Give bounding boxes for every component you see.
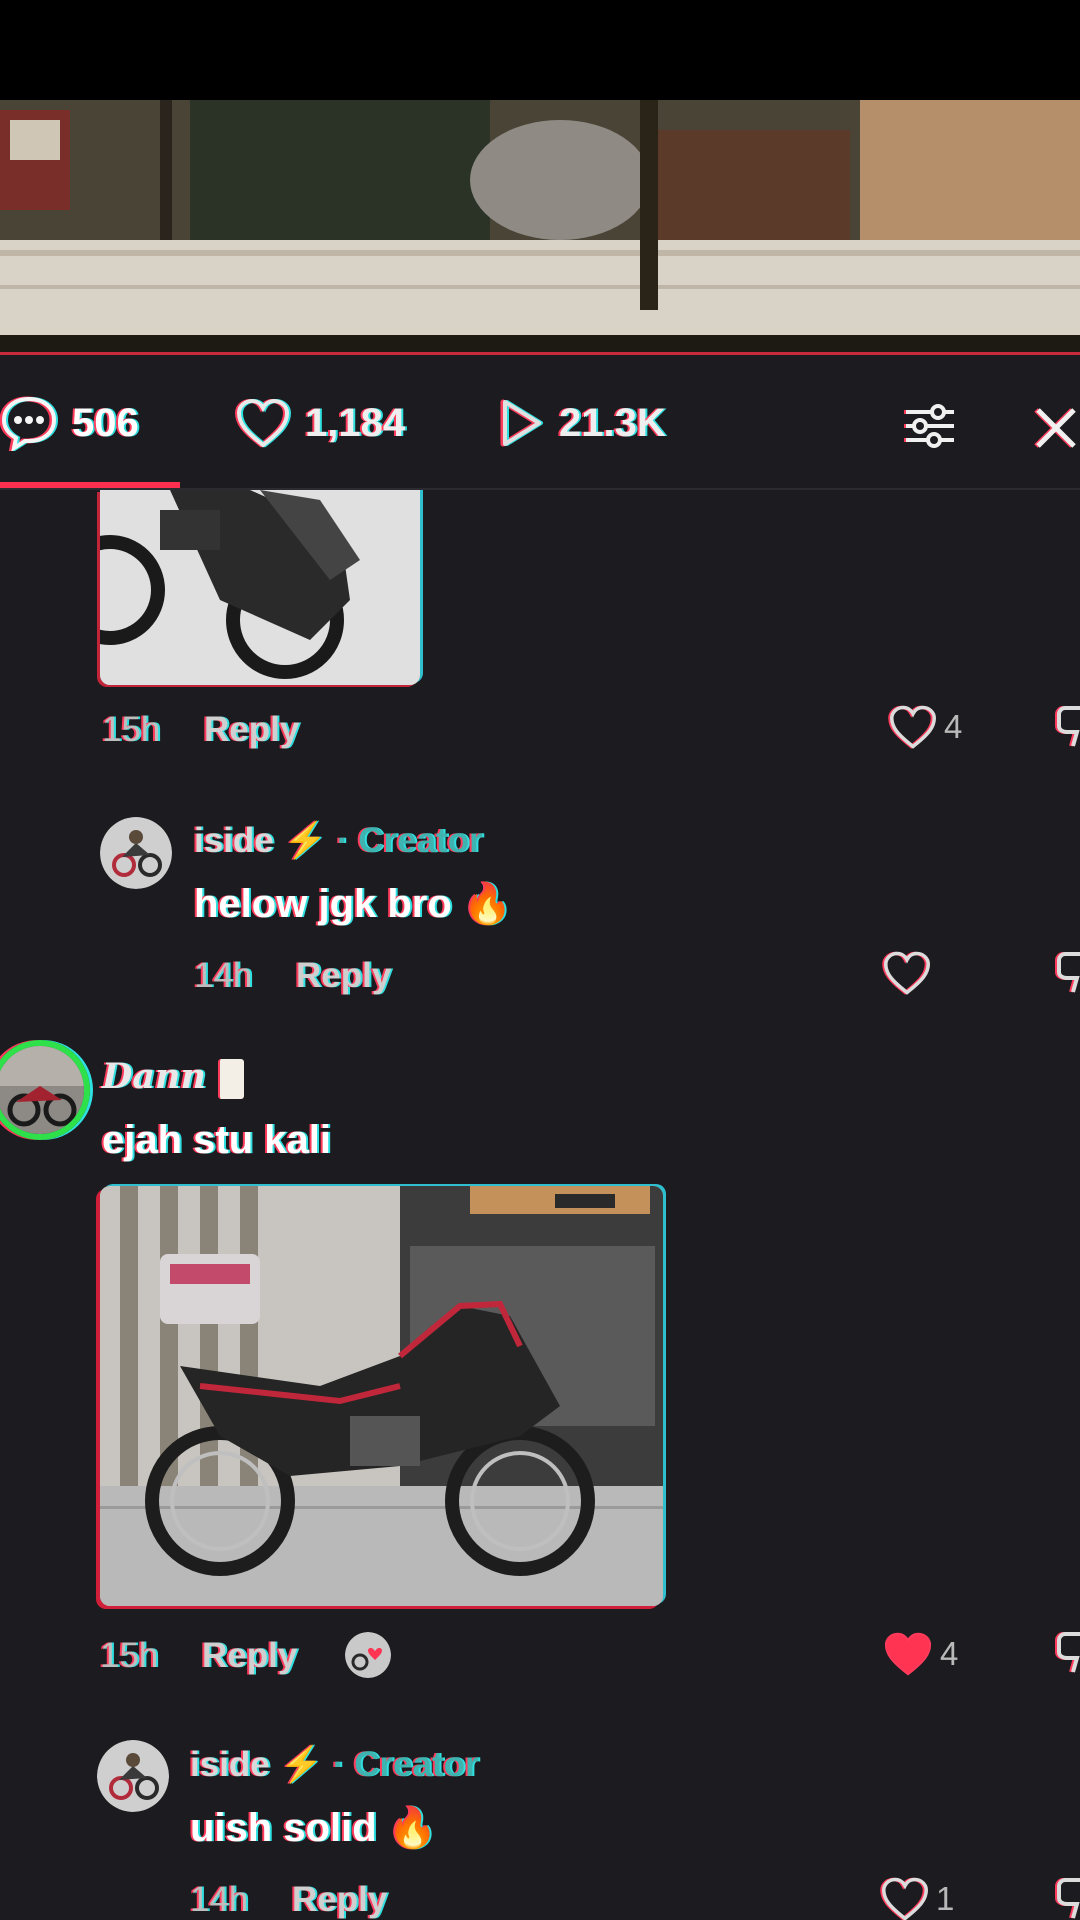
comment-time: 14h bbox=[190, 1880, 249, 1919]
reply-button[interactable]: Reply bbox=[292, 1880, 387, 1920]
creator-liked-avatar bbox=[345, 1632, 391, 1678]
comment-image-attachment[interactable] bbox=[100, 1186, 663, 1606]
fire-emoji-icon: 🔥 bbox=[462, 882, 513, 926]
close-button[interactable] bbox=[1030, 396, 1080, 456]
avatar[interactable] bbox=[0, 1040, 90, 1140]
comment-like-count: 1 bbox=[936, 1880, 955, 1917]
comment-dislike-button[interactable] bbox=[1055, 1874, 1080, 1920]
thumbs-down-icon bbox=[1055, 952, 1080, 993]
card-emoji-icon bbox=[218, 1058, 245, 1099]
comment-dislike-button[interactable] bbox=[1055, 702, 1080, 757]
comment-like-count: 4 bbox=[944, 708, 963, 745]
progress-indicator bbox=[0, 482, 180, 488]
comment-like-button[interactable] bbox=[882, 950, 938, 996]
like-count[interactable]: 1,184 bbox=[235, 395, 405, 451]
comment-text-content: helow jgk bro bbox=[194, 882, 452, 926]
close-icon bbox=[1034, 408, 1076, 448]
comment-image-attachment[interactable] bbox=[100, 490, 420, 685]
comment-list[interactable]: 15h Reply 4 iside ⚡ · Creator helow jgk … bbox=[0, 490, 1080, 1920]
comment-time: 15h bbox=[102, 710, 161, 749]
avatar[interactable] bbox=[97, 1740, 169, 1812]
video-preview[interactable] bbox=[0, 100, 1080, 355]
comment-like-count: 4 bbox=[940, 1635, 959, 1672]
lightning-emoji-icon: ⚡ bbox=[283, 821, 328, 860]
reply-button[interactable]: Reply bbox=[296, 956, 391, 996]
top-black-bar bbox=[0, 0, 1080, 100]
comment-like-button[interactable]: 4 bbox=[882, 1630, 958, 1678]
comment-dislike-button[interactable] bbox=[1055, 1628, 1080, 1683]
comment-username[interactable]: iside ⚡ · Creator bbox=[194, 820, 483, 861]
comment-text: helow jgk bro 🔥 bbox=[194, 880, 513, 927]
thumbs-down-icon bbox=[1055, 706, 1080, 747]
comment-username[interactable]: iside ⚡ · Creator bbox=[190, 1744, 479, 1785]
creator-badge: · Creator bbox=[332, 1745, 479, 1784]
comment-count[interactable]: 506 bbox=[0, 395, 139, 451]
comment-text: uish solid 🔥 bbox=[190, 1804, 438, 1851]
comment-username[interactable]: Dann bbox=[102, 1056, 245, 1099]
comment-like-button[interactable]: 4 bbox=[888, 704, 962, 750]
reply-button[interactable]: Reply bbox=[202, 1636, 297, 1676]
comment-count-value: 506 bbox=[72, 400, 139, 445]
username-text: iside bbox=[190, 1745, 270, 1784]
thumbs-down-icon bbox=[1055, 1878, 1080, 1919]
username-text: Dann bbox=[102, 1056, 206, 1097]
comment-like-button[interactable]: 1 bbox=[880, 1876, 954, 1920]
comment-dislike-button[interactable] bbox=[1055, 948, 1080, 1003]
like-count-value: 1,184 bbox=[305, 400, 406, 445]
username-text: iside bbox=[194, 821, 274, 860]
play-icon bbox=[497, 397, 545, 449]
comment-time: 15h bbox=[100, 1636, 159, 1675]
filter-button[interactable] bbox=[900, 396, 960, 456]
lightning-emoji-icon: ⚡ bbox=[279, 1745, 324, 1784]
creator-badge: · Creator bbox=[336, 821, 483, 860]
sliders-icon bbox=[904, 404, 954, 448]
heart-filled-icon bbox=[884, 1632, 932, 1676]
heart-outline-icon bbox=[235, 397, 291, 449]
comment-bubble-icon bbox=[0, 395, 58, 451]
play-count-value: 21.3K bbox=[559, 400, 666, 445]
comment-time: 14h bbox=[194, 956, 253, 995]
heart-outline-icon bbox=[888, 705, 937, 749]
heart-outline-icon bbox=[880, 1877, 929, 1920]
play-count[interactable]: 21.3K bbox=[497, 395, 666, 451]
reply-button[interactable]: Reply bbox=[204, 710, 299, 750]
comment-text: ejah stu kali bbox=[102, 1118, 331, 1162]
thumbs-down-icon bbox=[1055, 1632, 1080, 1673]
comment-text-content: uish solid bbox=[190, 1806, 377, 1850]
avatar[interactable] bbox=[100, 817, 172, 889]
fire-emoji-icon: 🔥 bbox=[387, 1806, 438, 1850]
heart-outline-icon bbox=[882, 951, 931, 995]
